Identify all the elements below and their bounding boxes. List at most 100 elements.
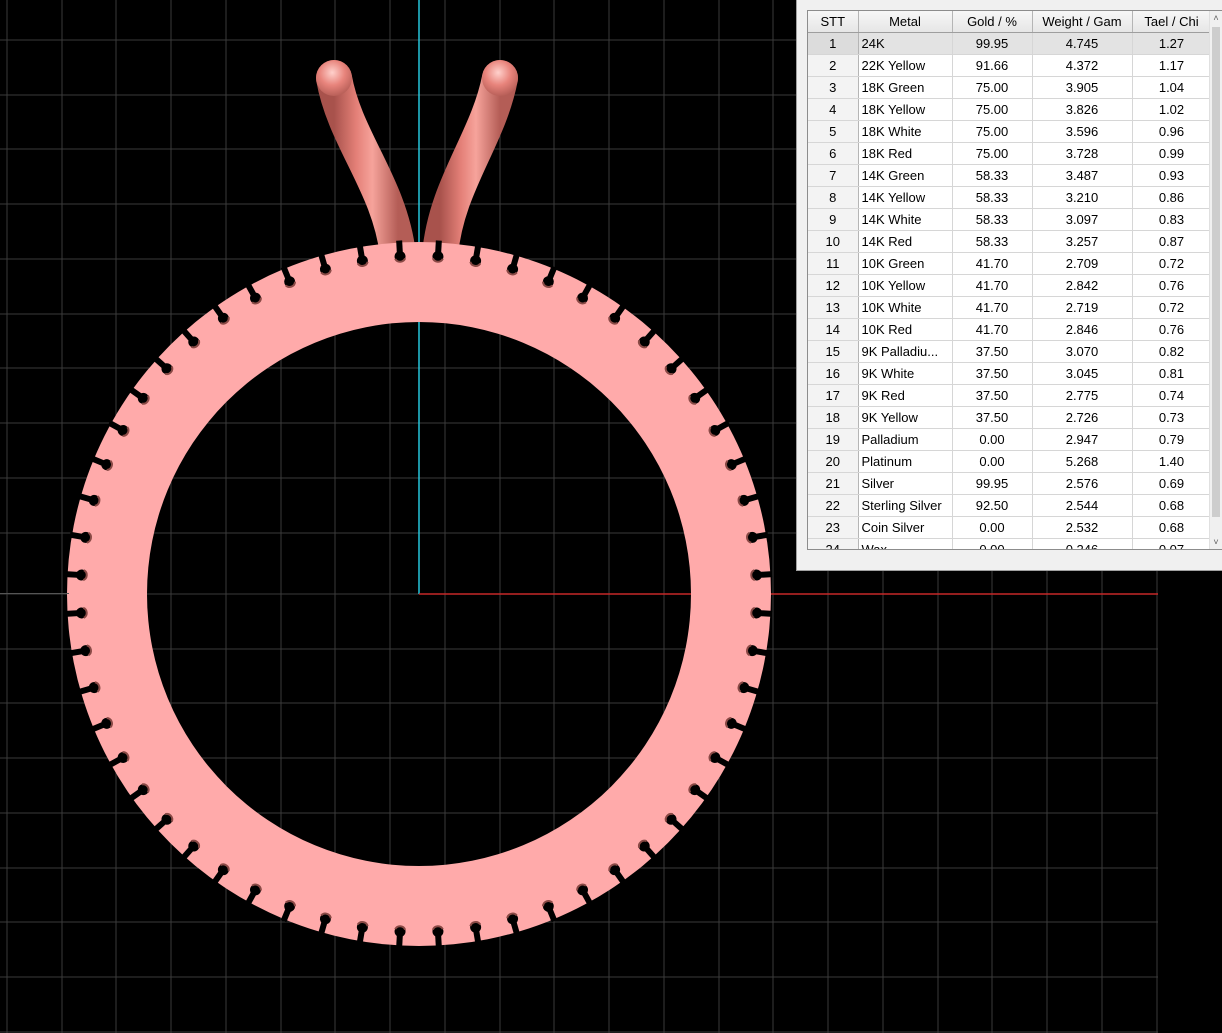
cell-stt: 7 — [808, 164, 859, 187]
cell-tael-chi: 0.74 — [1132, 384, 1211, 407]
cell-weight-gam: 2.576 — [1032, 472, 1133, 495]
table-row[interactable]: 2 22K Yellow 91.66 4.372 1.17 — [808, 54, 1211, 77]
cell-gold-percent: 41.70 — [952, 252, 1033, 275]
table-row[interactable]: 9 14K White 58.33 3.097 0.83 — [808, 208, 1211, 231]
cell-stt: 13 — [808, 296, 859, 319]
column-header-weight-gam[interactable]: Weight / Gam — [1032, 11, 1133, 33]
table-row[interactable]: 11 10K Green 41.70 2.709 0.72 — [808, 252, 1211, 275]
cell-stt: 15 — [808, 340, 859, 363]
cell-gold-percent: 75.00 — [952, 120, 1033, 143]
cell-gold-percent: 58.33 — [952, 230, 1033, 253]
table-row[interactable]: 19 Palladium 0.00 2.947 0.79 — [808, 428, 1211, 451]
cell-weight-gam: 3.257 — [1032, 230, 1133, 253]
cad-3d-viewport[interactable]: STT Metal Gold / % Weight / Gam Tael / C… — [0, 0, 1222, 1033]
cell-tael-chi: 0.07 — [1132, 538, 1211, 549]
cell-weight-gam: 2.532 — [1032, 516, 1133, 539]
cell-weight-gam: 2.846 — [1032, 318, 1133, 341]
cell-metal: Platinum — [858, 450, 953, 473]
cell-tael-chi: 0.81 — [1132, 362, 1211, 385]
cell-stt: 18 — [808, 406, 859, 429]
column-header-tael-chi[interactable]: Tael / Chi — [1132, 11, 1211, 33]
cell-metal: 9K Yellow — [858, 406, 953, 429]
cell-tael-chi: 0.76 — [1132, 318, 1211, 341]
table-row[interactable]: 10 14K Red 58.33 3.257 0.87 — [808, 230, 1211, 253]
cell-stt: 24 — [808, 538, 859, 549]
cell-weight-gam: 3.905 — [1032, 76, 1133, 99]
cell-weight-gam: 2.709 — [1032, 252, 1133, 275]
table-vertical-scrollbar[interactable]: ˄ ˅ — [1209, 11, 1222, 549]
cell-stt: 9 — [808, 208, 859, 231]
table-row[interactable]: 16 9K White 37.50 3.045 0.81 — [808, 362, 1211, 385]
cell-metal: Silver — [858, 472, 953, 495]
cell-tael-chi: 0.96 — [1132, 120, 1211, 143]
cell-gold-percent: 58.33 — [952, 164, 1033, 187]
cell-gold-percent: 92.50 — [952, 494, 1033, 517]
cell-metal: 10K Yellow — [858, 274, 953, 297]
table-row[interactable]: 18 9K Yellow 37.50 2.726 0.73 — [808, 406, 1211, 429]
table-row[interactable]: 1 24K 99.95 4.745 1.27 — [808, 32, 1211, 55]
cell-stt: 19 — [808, 428, 859, 451]
cell-metal: 22K Yellow — [858, 54, 953, 77]
cell-tael-chi: 0.93 — [1132, 164, 1211, 187]
column-header-metal[interactable]: Metal — [858, 11, 953, 33]
cell-stt: 21 — [808, 472, 859, 495]
pendant-bail[interactable] — [316, 60, 518, 273]
cell-tael-chi: 0.72 — [1132, 296, 1211, 319]
table-row[interactable]: 5 18K White 75.00 3.596 0.96 — [808, 120, 1211, 143]
cell-tael-chi: 0.86 — [1132, 186, 1211, 209]
scrollbar-thumb[interactable] — [1212, 27, 1220, 517]
cell-weight-gam: 0.246 — [1032, 538, 1133, 549]
metal-weight-table: STT Metal Gold / % Weight / Gam Tael / C… — [808, 11, 1211, 549]
table-row[interactable]: 3 18K Green 75.00 3.905 1.04 — [808, 76, 1211, 99]
metal-weight-table-scroll-area[interactable]: STT Metal Gold / % Weight / Gam Tael / C… — [808, 11, 1211, 549]
cell-weight-gam: 3.070 — [1032, 340, 1133, 363]
table-row[interactable]: 4 18K Yellow 75.00 3.826 1.02 — [808, 98, 1211, 121]
cell-tael-chi: 0.69 — [1132, 472, 1211, 495]
cell-weight-gam: 4.372 — [1032, 54, 1133, 77]
cell-tael-chi: 0.68 — [1132, 516, 1211, 539]
table-row[interactable]: 15 9K Palladiu... 37.50 3.070 0.82 — [808, 340, 1211, 363]
metal-weight-panel: STT Metal Gold / % Weight / Gam Tael / C… — [796, 0, 1222, 571]
cell-metal: 18K Green — [858, 76, 953, 99]
table-row[interactable]: 24Wax0.000.2460.07 — [808, 538, 1211, 549]
cell-weight-gam: 3.097 — [1032, 208, 1133, 231]
table-row[interactable]: 21 Silver 99.95 2.576 0.69 — [808, 472, 1211, 495]
table-row[interactable]: 14 10K Red 41.70 2.846 0.76 — [808, 318, 1211, 341]
cell-gold-percent: 0.00 — [952, 450, 1033, 473]
column-header-stt[interactable]: STT — [808, 11, 859, 33]
metal-weight-table-frame: STT Metal Gold / % Weight / Gam Tael / C… — [807, 10, 1222, 550]
table-row[interactable]: 22 Sterling Silver 92.50 2.544 0.68 — [808, 494, 1211, 517]
cell-metal: Coin Silver — [858, 516, 953, 539]
cell-weight-gam: 2.726 — [1032, 406, 1133, 429]
cell-tael-chi: 1.17 — [1132, 54, 1211, 77]
scroll-up-arrow-icon[interactable]: ˄ — [1210, 11, 1222, 25]
table-row[interactable]: 7 14K Green 58.33 3.487 0.93 — [808, 164, 1211, 187]
table-row[interactable]: 17 9K Red 37.50 2.775 0.74 — [808, 384, 1211, 407]
table-header-row: STT Metal Gold / % Weight / Gam Tael / C… — [808, 11, 1211, 33]
cell-tael-chi: 1.04 — [1132, 76, 1211, 99]
cell-gold-percent: 41.70 — [952, 318, 1033, 341]
table-row[interactable]: 6 18K Red 75.00 3.728 0.99 — [808, 142, 1211, 165]
cell-weight-gam: 2.775 — [1032, 384, 1133, 407]
table-row[interactable]: 8 14K Yellow 58.33 3.210 0.86 — [808, 186, 1211, 209]
table-row[interactable]: 13 10K White 41.70 2.719 0.72 — [808, 296, 1211, 319]
table-row[interactable]: 23 Coin Silver 0.00 2.532 0.68 — [808, 516, 1211, 539]
cell-stt: 1 — [808, 32, 859, 55]
cell-weight-gam: 3.487 — [1032, 164, 1133, 187]
scroll-down-arrow-icon[interactable]: ˅ — [1210, 535, 1222, 549]
cell-gold-percent: 37.50 — [952, 406, 1033, 429]
cell-stt: 17 — [808, 384, 859, 407]
table-row[interactable]: 20 Platinum 0.00 5.268 1.40 — [808, 450, 1211, 473]
cell-metal: 10K White — [858, 296, 953, 319]
cell-tael-chi: 0.99 — [1132, 142, 1211, 165]
table-row[interactable]: 12 10K Yellow 41.70 2.842 0.76 — [808, 274, 1211, 297]
cell-gold-percent: 91.66 — [952, 54, 1033, 77]
cell-gold-percent: 41.70 — [952, 274, 1033, 297]
cell-stt: 23 — [808, 516, 859, 539]
x-axis-left-segment — [0, 593, 69, 594]
cell-gold-percent: 37.50 — [952, 362, 1033, 385]
column-header-gold-percent[interactable]: Gold / % — [952, 11, 1033, 33]
cell-weight-gam: 2.719 — [1032, 296, 1133, 319]
cell-metal: 18K Yellow — [858, 98, 953, 121]
cell-tael-chi: 0.87 — [1132, 230, 1211, 253]
